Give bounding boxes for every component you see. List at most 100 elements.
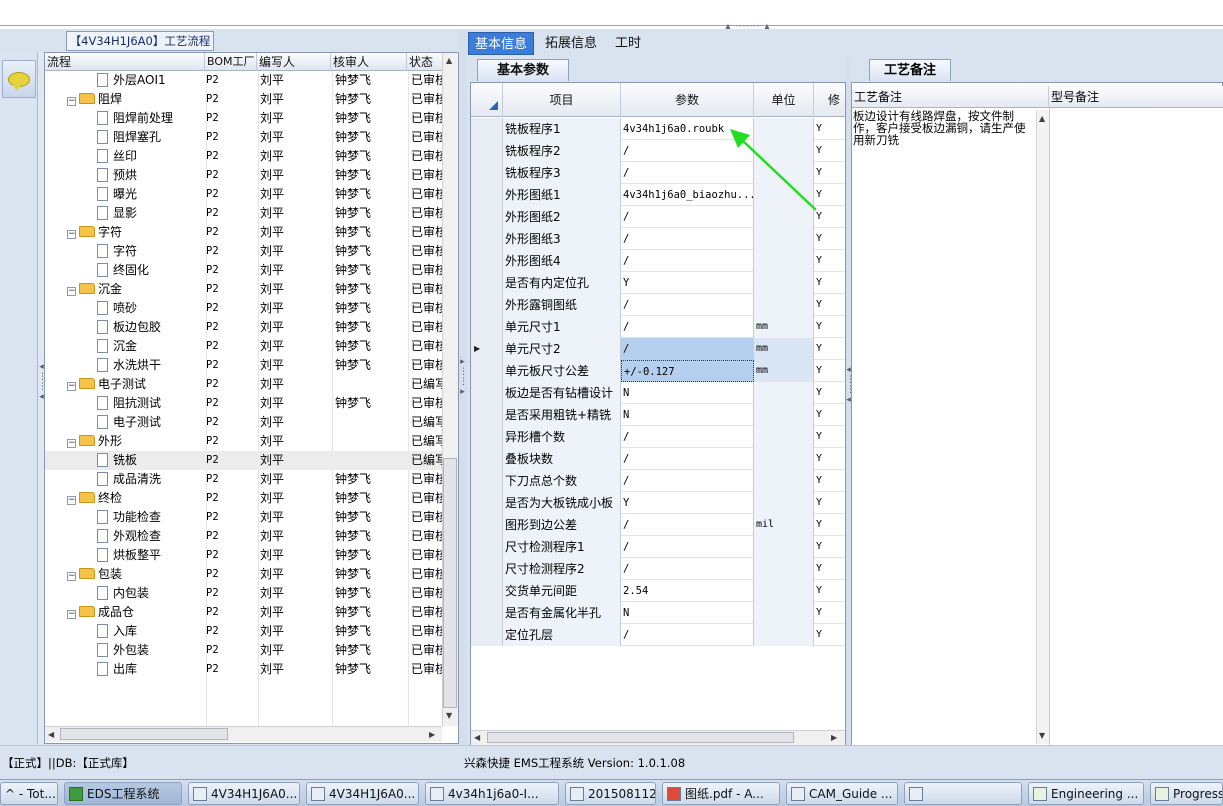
row-indicator[interactable] bbox=[471, 184, 503, 206]
param-item-cell[interactable]: 图形到边公差 bbox=[503, 514, 621, 536]
param-value-cell[interactable]: / bbox=[621, 448, 754, 470]
process-tree-row[interactable]: 阻抗测试 P2 刘平 钟梦飞 已审核 bbox=[45, 394, 442, 413]
process-step-node[interactable]: 喷砂 bbox=[97, 299, 137, 318]
process-tree-row[interactable]: − 沉金 P2 刘平 钟梦飞 已审核 bbox=[45, 280, 442, 299]
process-tree-row[interactable]: 丝印 P2 刘平 钟梦飞 已审核 bbox=[45, 147, 442, 166]
process-step-node[interactable]: 阻焊前处理 bbox=[97, 109, 173, 128]
collapse-toggle-icon[interactable]: − bbox=[67, 230, 76, 239]
row-indicator[interactable] bbox=[471, 602, 503, 624]
params-grid-row[interactable]: 外形图纸3/ Y bbox=[471, 228, 845, 250]
collapse-toggle-icon[interactable]: − bbox=[67, 439, 76, 448]
process-tree-row[interactable]: 烘板整平 P2 刘平 钟梦飞 已审核 bbox=[45, 546, 442, 565]
process-tree-row[interactable]: 阻焊前处理 P2 刘平 钟梦飞 已审核 bbox=[45, 109, 442, 128]
row-indicator[interactable] bbox=[471, 536, 503, 558]
process-step-node[interactable]: 电子测试 bbox=[97, 413, 161, 432]
param-mod-cell[interactable]: Y bbox=[814, 492, 845, 514]
col-header-bom[interactable]: BOM工厂 bbox=[205, 53, 257, 71]
param-unit-cell[interactable]: mm bbox=[754, 360, 814, 382]
taskbar-button[interactable]: 4v34h1j6a0-I... bbox=[425, 782, 559, 805]
grid-corner[interactable] bbox=[471, 83, 503, 117]
params-horizontal-scroll-thumb[interactable] bbox=[487, 732, 794, 743]
process-step-node[interactable]: 入库 bbox=[97, 622, 137, 641]
params-grid-row[interactable]: 尺寸检测程序2/ Y bbox=[471, 558, 845, 580]
param-unit-cell[interactable] bbox=[754, 470, 814, 492]
param-item-cell[interactable]: 铣板程序1 bbox=[503, 118, 621, 140]
param-value-cell[interactable]: / bbox=[621, 536, 754, 558]
param-mod-cell[interactable]: Y bbox=[814, 250, 845, 272]
param-item-cell[interactable]: 定位孔层 bbox=[503, 624, 621, 646]
param-mod-cell[interactable]: Y bbox=[814, 580, 845, 602]
col-header-item[interactable]: 项目 bbox=[503, 83, 621, 117]
process-tree-row[interactable]: 曝光 P2 刘平 钟梦飞 已审核 bbox=[45, 185, 442, 204]
param-mod-cell[interactable]: Y bbox=[814, 470, 845, 492]
param-item-cell[interactable]: 单元尺寸1 bbox=[503, 316, 621, 338]
param-value-cell[interactable]: N bbox=[621, 382, 754, 404]
params-grid-row[interactable]: 异形槽个数 / Y bbox=[471, 426, 845, 448]
collapse-toggle-icon[interactable]: − bbox=[67, 287, 76, 296]
param-unit-cell[interactable] bbox=[754, 250, 814, 272]
process-tree-row[interactable]: 铣板 P2 刘平 已编写 bbox=[45, 451, 442, 470]
row-indicator[interactable] bbox=[471, 294, 503, 316]
param-unit-cell[interactable] bbox=[754, 580, 814, 602]
tab-extended-info[interactable]: 拓展信息 bbox=[539, 32, 603, 55]
process-vertical-scroll-thumb[interactable] bbox=[443, 458, 457, 708]
param-item-cell[interactable]: 外形图纸4 bbox=[503, 250, 621, 272]
param-item-cell[interactable]: 尺寸检测程序2 bbox=[503, 558, 621, 580]
tab-craft-notes[interactable]: 工艺备注 bbox=[869, 59, 951, 81]
row-indicator[interactable]: ▶ bbox=[471, 338, 503, 360]
param-value-cell[interactable]: / bbox=[621, 624, 754, 646]
param-value-cell[interactable]: / bbox=[621, 316, 754, 338]
process-group-node[interactable]: − 外形 bbox=[67, 432, 122, 451]
process-step-node[interactable]: 沉金 bbox=[97, 337, 137, 356]
params-grid-row[interactable]: 外形图纸4/ Y bbox=[471, 250, 845, 272]
collapse-toggle-icon[interactable]: − bbox=[67, 496, 76, 505]
param-mod-cell[interactable]: Y bbox=[814, 316, 845, 338]
col-header-process[interactable]: 流程 bbox=[45, 53, 205, 71]
process-tree-row[interactable]: − 包装 P2 刘平 钟梦飞 已审核 bbox=[45, 565, 442, 584]
param-mod-cell[interactable]: Y bbox=[814, 382, 845, 404]
param-item-cell[interactable]: 是否有金属化半孔 bbox=[503, 602, 621, 624]
row-indicator[interactable] bbox=[471, 514, 503, 536]
taskbar-button[interactable]: ^ - Tot... bbox=[0, 782, 58, 805]
params-grid-row[interactable]: 交货单元间距 2.54 Y bbox=[471, 580, 845, 602]
row-indicator[interactable] bbox=[471, 558, 503, 580]
process-tree-row[interactable]: 入库 P2 刘平 钟梦飞 已审核 bbox=[45, 622, 442, 641]
process-tree-row[interactable]: 预烘 P2 刘平 钟梦飞 已审核 bbox=[45, 166, 442, 185]
process-step-node[interactable]: 出库 bbox=[97, 660, 137, 679]
row-indicator[interactable] bbox=[471, 360, 503, 382]
param-mod-cell[interactable]: Y bbox=[814, 514, 845, 536]
col-header-param[interactable]: 参数 bbox=[621, 83, 754, 117]
row-indicator[interactable] bbox=[471, 382, 503, 404]
collapse-toggle-icon[interactable]: − bbox=[67, 382, 76, 391]
param-item-cell[interactable]: 尺寸检测程序1 bbox=[503, 536, 621, 558]
process-tree-row[interactable]: 电子测试 P2 刘平 已编写 bbox=[45, 413, 442, 432]
row-indicator[interactable] bbox=[471, 162, 503, 184]
taskbar-button[interactable]: 4V34H1J6A0... bbox=[306, 782, 419, 805]
param-item-cell[interactable]: 板边是否有钻槽设计 bbox=[503, 382, 621, 404]
param-item-cell[interactable]: 是否为大板铣成小板 bbox=[503, 492, 621, 514]
param-mod-cell[interactable]: Y bbox=[814, 228, 845, 250]
col-header-craft-note[interactable]: 工艺备注 bbox=[852, 86, 1049, 108]
param-value-cell[interactable]: / bbox=[621, 228, 754, 250]
process-step-node[interactable]: 曝光 bbox=[97, 185, 137, 204]
craft-note-scrollbar[interactable]: ▲ ▼ bbox=[1036, 110, 1049, 744]
process-tree-row[interactable]: 阻焊塞孔 P2 刘平 钟梦飞 已审核 bbox=[45, 128, 442, 147]
param-mod-cell[interactable]: Y bbox=[814, 272, 845, 294]
param-item-cell[interactable]: 单元尺寸2 bbox=[503, 338, 621, 360]
param-mod-cell[interactable]: Y bbox=[814, 448, 845, 470]
row-indicator[interactable] bbox=[471, 470, 503, 492]
param-item-cell[interactable]: 异形槽个数 bbox=[503, 426, 621, 448]
param-value-cell[interactable]: Y bbox=[621, 492, 754, 514]
process-tree-row[interactable]: 水洗烘干 P2 刘平 钟梦飞 已审核 bbox=[45, 356, 442, 375]
params-grid-row[interactable]: 是否有金属化半孔 N Y bbox=[471, 602, 845, 624]
param-item-cell[interactable]: 下刀点总个数 bbox=[503, 470, 621, 492]
row-indicator[interactable] bbox=[471, 426, 503, 448]
col-header-status[interactable]: 状态 bbox=[407, 53, 442, 71]
process-step-node[interactable]: 阻抗测试 bbox=[97, 394, 161, 413]
craft-note-text[interactable]: 板边设计有线路焊盘，按文件制作，客户接受板边漏铜，请生产使用新刀铣 bbox=[853, 110, 1033, 170]
param-value-cell[interactable]: / bbox=[621, 426, 754, 448]
taskbar-button[interactable]: 4V34H1J6A0... bbox=[188, 782, 300, 805]
process-group-node[interactable]: − 沉金 bbox=[67, 280, 122, 299]
middle-splitter[interactable]: ▸ ⋮ ⋮ ▸ bbox=[459, 29, 468, 745]
process-step-node[interactable]: 功能检查 bbox=[97, 508, 161, 527]
